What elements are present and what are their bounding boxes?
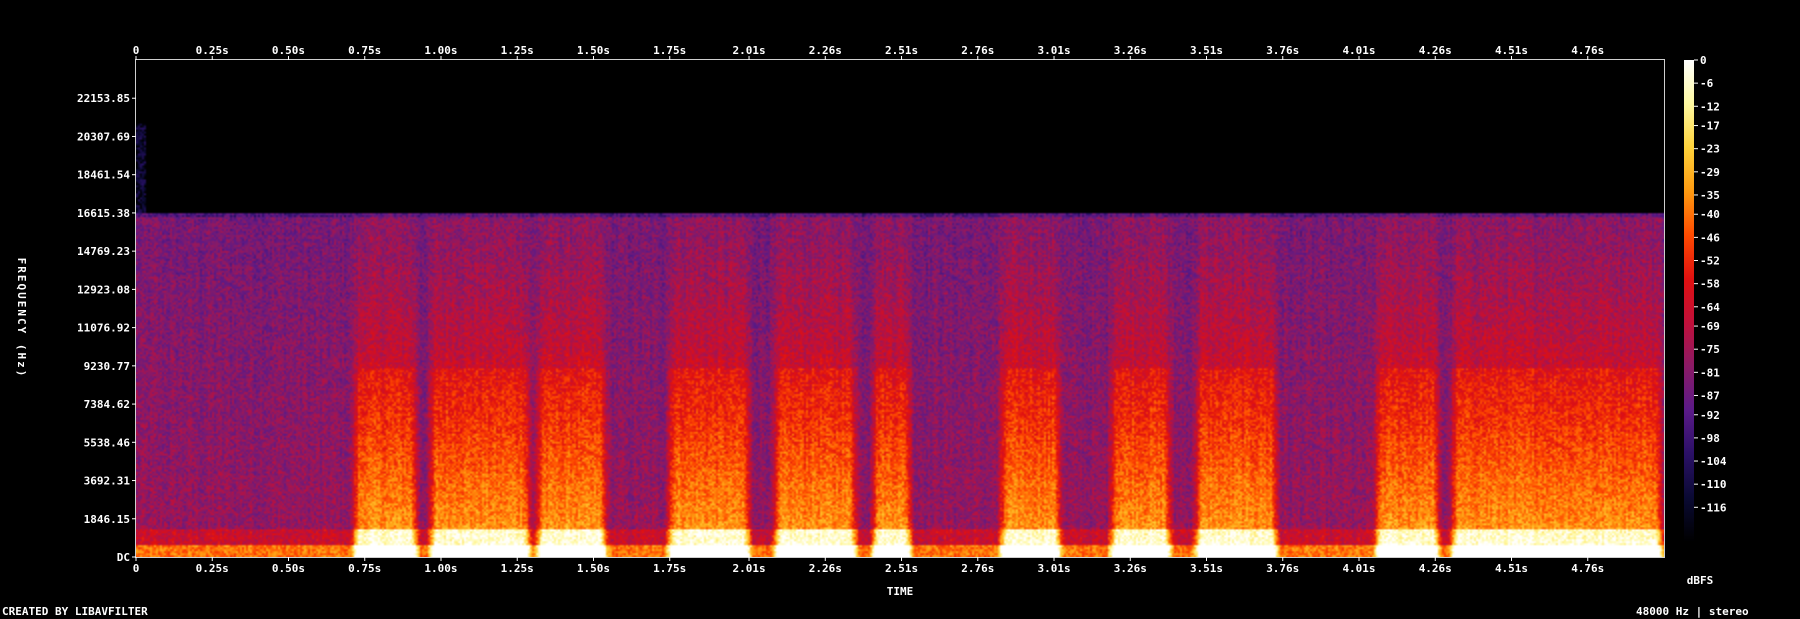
top-tick-label: 2.51s [885,44,918,57]
top-tick-label: 1.75s [653,44,686,57]
y-axis-label: FREQUENCY (Hz) [15,258,28,379]
colorbar-tick-label: -35 [1700,189,1720,202]
bottom-tick-label: 4.01s [1342,562,1375,575]
bottom-tick-label: 3.01s [1037,562,1070,575]
sample-rate-text: 48000 Hz | stereo [1636,605,1749,618]
top-tick-label: 2.26s [809,44,842,57]
colorbar-tick-label: -17 [1700,120,1720,133]
bottom-tick-label: 4.26s [1419,562,1452,575]
bottom-tick-label: 0.50s [272,562,305,575]
bottom-tick-label: 2.26s [809,562,842,575]
y-tick-label: 1846.15 [84,513,130,526]
y-tick-label: 18461.54 [77,169,130,182]
bottom-tick-label: 1.50s [577,562,610,575]
colorbar-gradient [1684,60,1694,542]
colorbar-tick-label: 0 [1700,54,1707,67]
bottom-tick-label: 4.51s [1495,562,1528,575]
colorbar-tick-label: -81 [1700,366,1720,379]
colorbar-ticks: 0 -6 -12 -17 -23 -29 -35 -40 -46 -52 -58 -64 -69 -75 -… [1694,54,1727,514]
colorbar-tick-label: -12 [1700,100,1720,113]
colorbar [1684,60,1694,542]
plot-area [135,59,1665,558]
colorbar-tick-label: -87 [1700,389,1720,402]
top-tick-label: 1.00s [424,44,457,57]
spectrogram-figure: 0 0.25s 0.50s 0.75s 1.00s 1.25s 1.50s 1.75s 2.01… [0,0,1800,619]
colorbar-tick-label: -29 [1700,166,1720,179]
spectrogram-chart: 0 0.25s 0.50s 0.75s 1.00s 1.25s 1.50s 1.75s 2.01… [15,44,1727,598]
top-tick-label: 0 [133,44,140,57]
y-tick-label: 12923.08 [77,283,130,296]
top-tick-label: 3.26s [1114,44,1147,57]
x-axis-label: TIME [887,585,914,598]
colorbar-tick-label: -104 [1700,455,1727,468]
colorbar-tick-label: -23 [1700,143,1720,156]
top-tick-label: 4.26s [1419,44,1452,57]
bottom-tick-label: 1.00s [424,562,457,575]
bottom-tick-label: 0.75s [348,562,381,575]
colorbar-tick-label: -110 [1700,478,1727,491]
top-tick-label: 2.01s [732,44,765,57]
bottom-tick-label: 3.26s [1114,562,1147,575]
colorbar-tick-label: -116 [1700,501,1727,514]
colorbar-tick-label: -58 [1700,278,1720,291]
bottom-tick-label: 2.51s [885,562,918,575]
colorbar-tick-label: -52 [1700,255,1720,268]
credit-text: CREATED BY LIBAVFILTER [2,605,148,618]
top-tick-label: 4.76s [1571,44,1604,57]
top-tick-label: 2.76s [961,44,994,57]
top-tick-label: 0.25s [196,44,229,57]
bottom-tick-label: 0.25s [196,562,229,575]
y-tick-label: DC [117,551,130,564]
y-tick-label: 3692.31 [84,475,131,488]
y-tick-label: 11076.92 [77,322,130,335]
colorbar-tick-label: -64 [1700,301,1720,314]
top-tick-label: 1.50s [577,44,610,57]
top-tick-label: 3.01s [1037,44,1070,57]
top-tick-label: 1.25s [501,44,534,57]
y-tick-label: 14769.23 [77,245,130,258]
y-tick-label: 5538.46 [84,436,131,449]
bottom-tick-label: 2.01s [732,562,765,575]
y-tick-label: 7384.62 [84,398,130,411]
colorbar-tick-label: -6 [1700,77,1714,90]
colorbar-tick-label: -69 [1700,320,1720,333]
top-tick-label: 0.75s [348,44,381,57]
colorbar-tick-label: -75 [1700,343,1720,356]
bottom-tick-label: 3.51s [1190,562,1223,575]
colorbar-tick-label: -92 [1700,409,1720,422]
bottom-tick-label: 1.75s [653,562,686,575]
bottom-tick-label: 0 [133,562,140,575]
colorbar-tick-label: -40 [1700,208,1720,221]
colorbar-tick-label: -98 [1700,432,1720,445]
bottom-tick-label: 1.25s [501,562,534,575]
bottom-tick-label: 4.76s [1571,562,1604,575]
top-tick-label: 4.51s [1495,44,1528,57]
y-tick-label: 9230.77 [84,360,130,373]
top-tick-label: 0.50s [272,44,305,57]
spectrogram-image [136,60,1664,557]
top-tick-label: 4.01s [1342,44,1375,57]
y-axis: DC 1846.15 3692.31 5538.46 7384.62 9230.77 110… [77,92,136,564]
colorbar-tick-label: -46 [1700,231,1720,244]
bottom-tick-label: 3.76s [1266,562,1299,575]
top-tick-label: 3.51s [1190,44,1223,57]
colorbar-label: dBFS [1687,574,1714,587]
top-tick-label: 3.76s [1266,44,1299,57]
top-x-axis: 0 0.25s 0.50s 0.75s 1.00s 1.25s 1.50s 1.75s 2.01… [133,44,1604,60]
y-tick-label: 22153.85 [77,92,130,105]
y-tick-label: 16615.38 [77,207,130,220]
y-tick-label: 20307.69 [77,130,130,143]
bottom-x-axis: 0 0.25s 0.50s 0.75s 1.00s 1.25s 1.50s 1.75s 2.01… [133,557,1604,575]
bottom-tick-label: 2.76s [961,562,994,575]
